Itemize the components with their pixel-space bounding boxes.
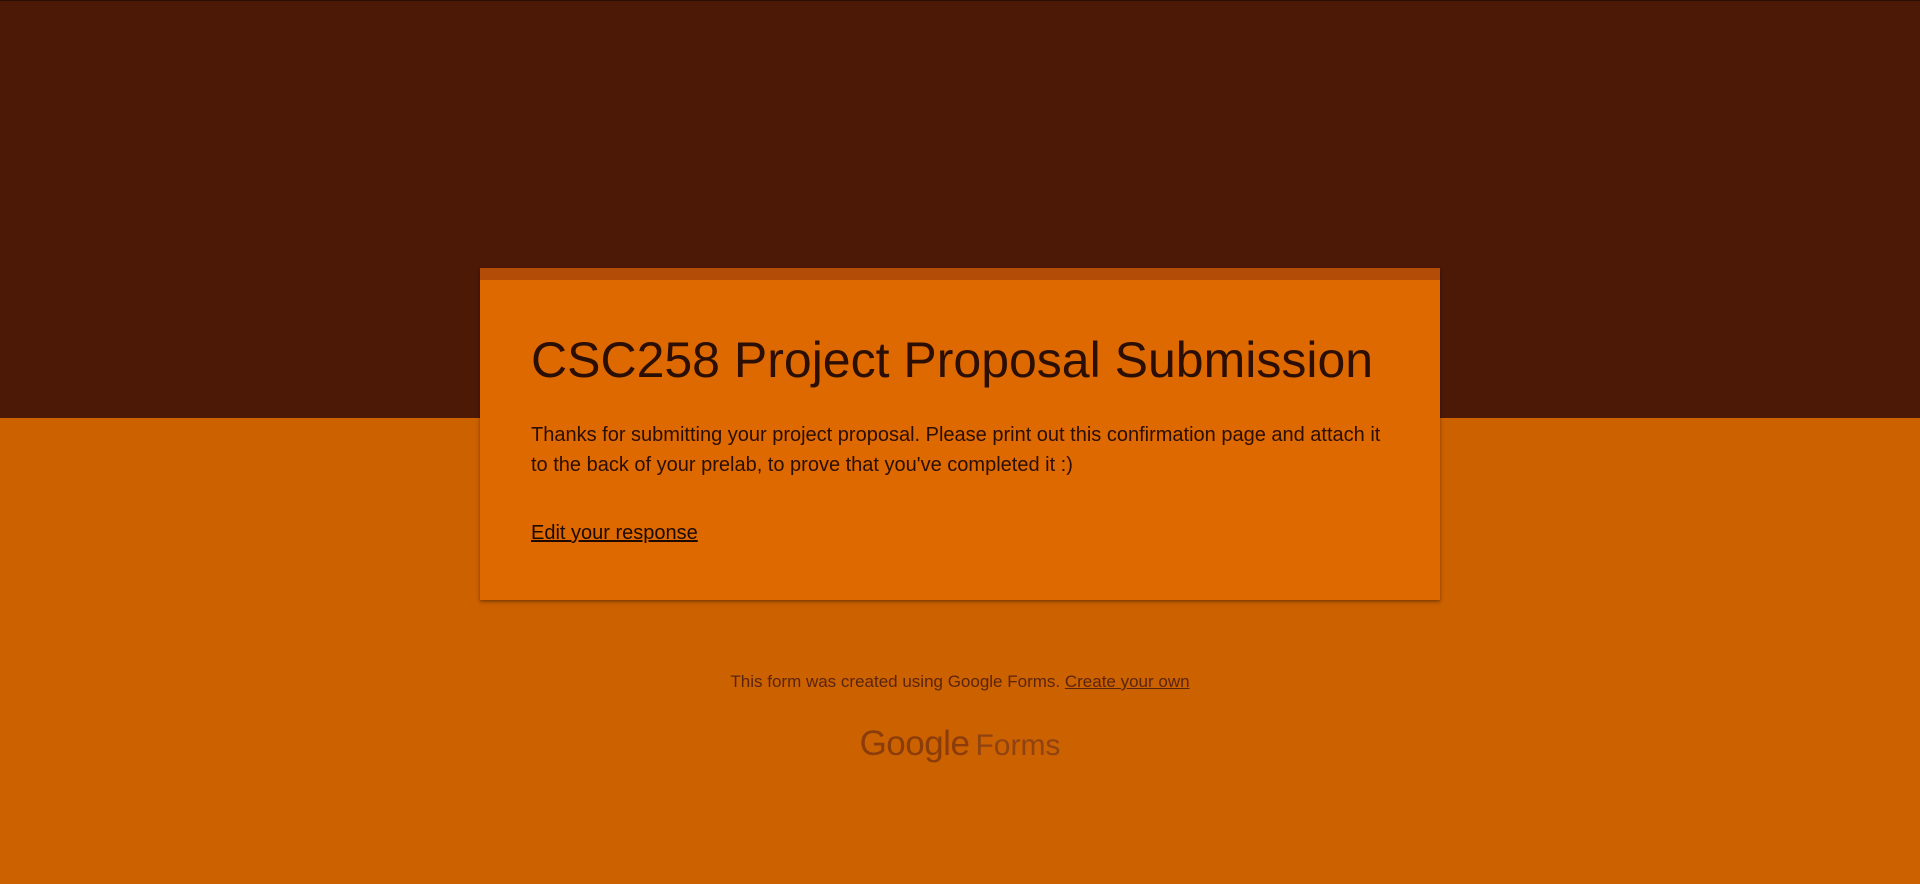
- footer-note: This form was created using Google Forms…: [0, 672, 1920, 692]
- brand-google-text: Google: [859, 724, 970, 763]
- create-your-own-link[interactable]: Create your own: [1065, 672, 1190, 691]
- google-forms-logo[interactable]: Google Forms: [0, 724, 1920, 764]
- brand-forms-text: Forms: [975, 729, 1061, 762]
- card-accent-bar: [480, 268, 1440, 280]
- confirmation-message: Thanks for submitting your project propo…: [531, 424, 1381, 476]
- confirmation-card: CSC258 Project Proposal Submission Thank…: [480, 268, 1440, 600]
- edit-response-link[interactable]: Edit your response: [531, 522, 698, 545]
- footer-note-text: This form was created using Google Forms…: [730, 672, 1065, 691]
- form-title: CSC258 Project Proposal Submission: [531, 332, 1374, 388]
